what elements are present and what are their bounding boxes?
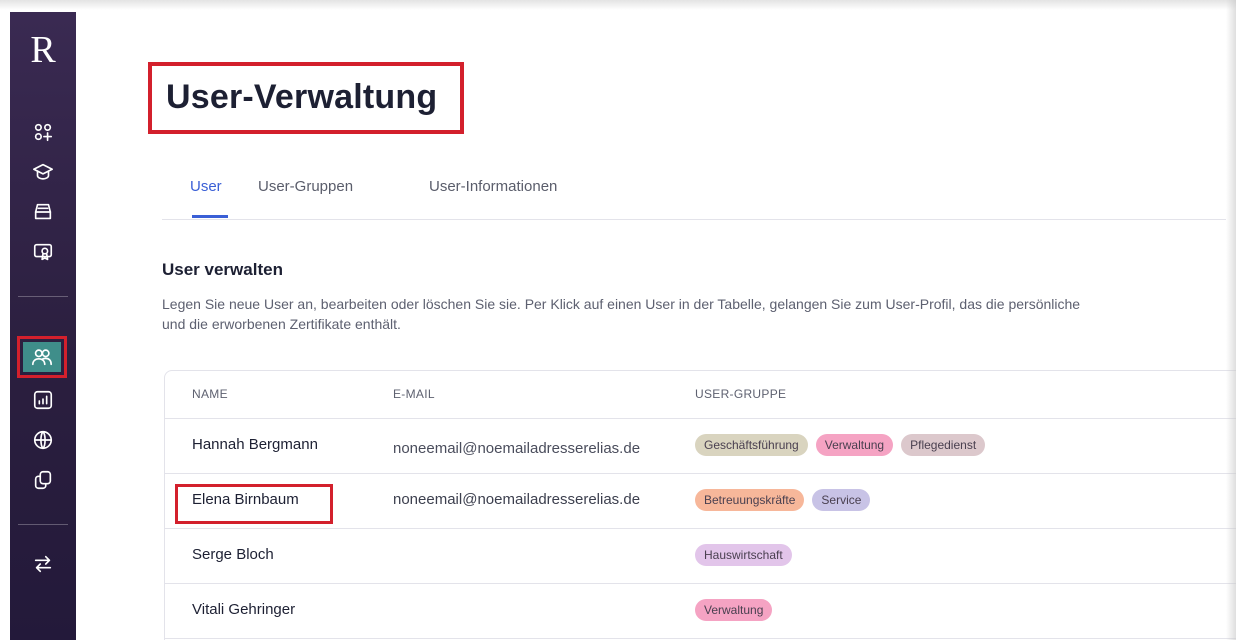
user-group-tags: Hauswirtschaft [695,544,792,566]
main-content: User-Verwaltung User User-Gruppen User-I… [76,12,1236,640]
window-edge [1226,0,1236,640]
certificate-screen-icon[interactable] [29,238,57,266]
group-tag: Verwaltung [815,434,894,456]
nav-divider [18,524,68,525]
group-tag: Hauswirtschaft [695,544,792,566]
window-edge [0,0,1236,10]
nav-divider [18,296,68,297]
group-tag: Verwaltung [695,599,773,621]
table-header: NAME E-MAIL USER-GRUPPE [165,371,1236,419]
tab-user[interactable]: User [190,178,222,195]
dashboard-add-icon[interactable] [29,118,57,146]
section-description: Legen Sie neue User an, bearbeiten oder … [162,294,1226,334]
app-logo[interactable]: R [10,30,76,70]
chart-icon[interactable] [29,386,57,414]
inbox-stack-icon[interactable] [29,198,57,226]
group-tag: Pflegedienst [901,434,986,456]
table-row[interactable]: Hannah Bergmann noneemail@noemailadresse… [165,419,1236,474]
user-name: Vitali Gehringer [192,601,296,618]
table-row[interactable]: Vitali Gehringer Verwaltung [165,584,1236,639]
table-row[interactable]: Serge Bloch Hauswirtschaft [165,529,1236,584]
tab-user-informationen[interactable]: User-Informationen [429,178,557,195]
sidebar: R [10,12,76,640]
nav-highlight-box [17,336,67,378]
section-title: User verwalten [162,260,283,279]
section-description-line: und die erworbenen Zertifikate enthält. [162,316,401,332]
user-email: noneemail@noemailadresserelias.de [393,440,641,457]
column-header-user-group[interactable]: USER-GRUPPE [695,387,786,401]
user-name: Serge Bloch [192,546,274,563]
copy-icon[interactable] [29,466,57,494]
group-tag: Service [812,489,871,511]
user-group-tags: Geschäftsführung Verwaltung Pflegedienst [695,434,986,456]
users-icon[interactable] [23,342,61,372]
title-highlight-box: User-Verwaltung [148,62,464,134]
user-table: NAME E-MAIL USER-GRUPPE Hannah Bergmann … [164,370,1236,640]
active-tab-indicator [192,215,228,218]
section-description-line: Legen Sie neue User an, bearbeiten oder … [162,296,1081,312]
user-name: Elena Birnbaum [192,491,299,508]
column-header-name[interactable]: NAME [192,387,228,401]
user-email: noneemail@noemailadresserelias.de [393,491,641,508]
graduation-cap-icon[interactable] [29,158,57,186]
column-header-email[interactable]: E-MAIL [393,387,435,401]
group-tag: Betreuungskräfte [695,489,805,511]
user-name: Hannah Bergmann [192,436,318,453]
table-row[interactable]: Elena Birnbaum noneemail@noemailadresser… [165,474,1236,529]
app-window: R User-Verwaltung User User-Gruppen User… [0,0,1236,640]
tab-user-gruppen[interactable]: User-Gruppen [258,178,353,195]
user-group-tags: Verwaltung [695,599,773,621]
user-group-tags: Betreuungskräfte Service [695,489,871,511]
switch-icon[interactable] [29,550,57,578]
page-title: User-Verwaltung [166,78,438,116]
group-tag: Geschäftsführung [695,434,808,456]
globe-icon[interactable] [29,426,57,454]
tab-bar: User User-Gruppen User-Informationen [162,172,1226,220]
